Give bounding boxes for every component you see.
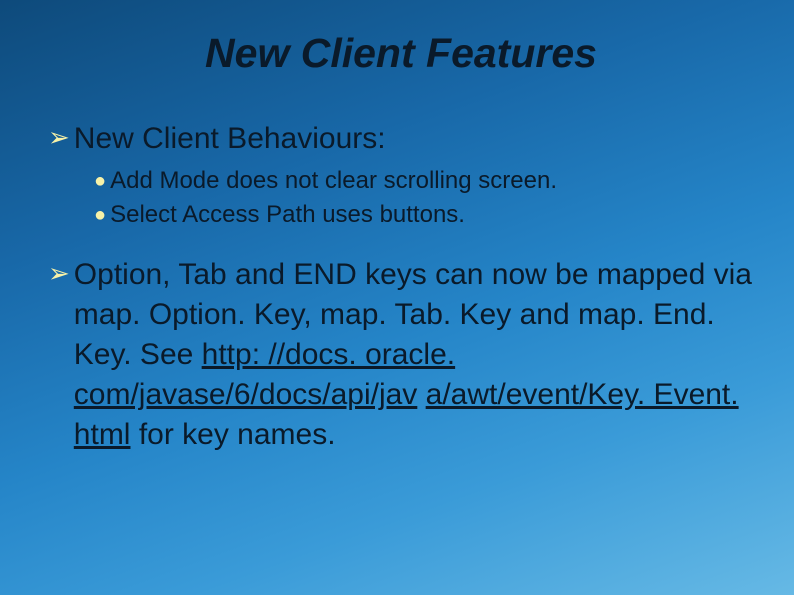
- slide-title: New Client Features: [48, 30, 754, 77]
- bullet-item-2: ➢ Option, Tab and END keys can now be ma…: [48, 255, 754, 455]
- sub-bullet-1-text: Add Mode does not clear scrolling screen…: [110, 165, 557, 197]
- bullet-1-text: New Client Behaviours:: [74, 119, 386, 159]
- sub-bullet-list: ● Add Mode does not clear scrolling scre…: [94, 165, 754, 231]
- bullet-item-1: ➢ New Client Behaviours:: [48, 119, 754, 159]
- sub-bullet-1: ● Add Mode does not clear scrolling scre…: [94, 165, 754, 197]
- slide-container: New Client Features ➢ New Client Behavio…: [0, 0, 794, 501]
- sub-bullet-2-text: Select Access Path uses buttons.: [110, 199, 465, 231]
- arrow-bullet-icon: ➢: [48, 119, 70, 155]
- arrow-bullet-icon: ➢: [48, 255, 70, 291]
- bullet-2-text: Option, Tab and END keys can now be mapp…: [74, 255, 754, 455]
- dot-bullet-icon: ●: [94, 199, 106, 231]
- sub-bullet-2: ● Select Access Path uses buttons.: [94, 199, 754, 231]
- dot-bullet-icon: ●: [94, 165, 106, 197]
- bullet-2-part2: for key names.: [130, 418, 335, 451]
